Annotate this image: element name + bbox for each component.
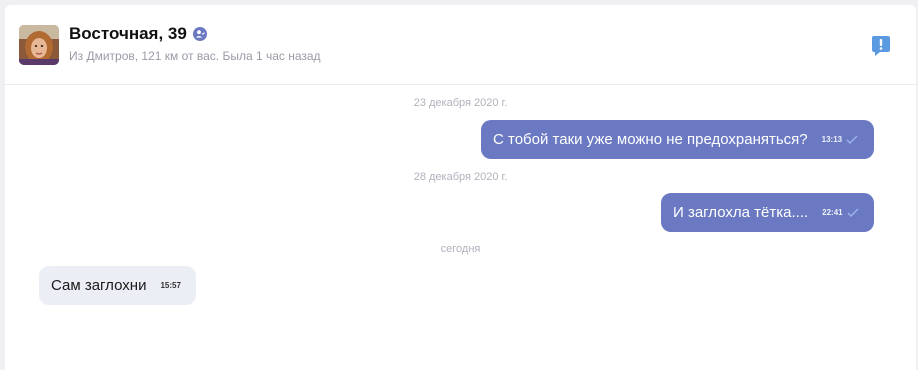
message-time: 15:57 (160, 281, 181, 290)
report-button[interactable] (870, 34, 892, 58)
contact-name[interactable]: Восточная, 39 (69, 24, 187, 44)
date-separator: 23 декабря 2020 г. (413, 97, 508, 109)
message-bubble-outgoing[interactable]: С тобой таки уже можно не предохраняться… (481, 120, 874, 159)
avatar[interactable] (19, 25, 59, 65)
message-time: 22:41 (822, 208, 843, 217)
message-time: 13:13 (821, 135, 843, 144)
exclamation-flag-icon (872, 36, 890, 56)
message-text: И заглохла тётка.... (673, 204, 809, 221)
title-row: Восточная, 39 (69, 23, 207, 45)
date-separator: сегодня (440, 243, 481, 255)
read-check-icon (847, 208, 859, 218)
message-bubble-outgoing[interactable]: И заглохла тётка.... 22:41 (661, 193, 874, 232)
message-text: С тобой таки уже можно не предохраняться… (493, 131, 808, 148)
contact-status: Из Дмитров, 121 км от вас. Была 1 час на… (69, 49, 321, 63)
date-separator: 28 декабря 2020 г. (413, 171, 508, 183)
read-check-icon (846, 135, 858, 145)
user-check-icon (192, 27, 207, 41)
message-text: Сам заглохни (51, 277, 147, 294)
message-bubble-incoming[interactable]: Сам заглохни 15:57 (39, 266, 196, 305)
chat-header: Восточная, 39 Из Дмитров, 121 км от вас.… (5, 5, 916, 85)
chat-panel: Восточная, 39 Из Дмитров, 121 км от вас.… (5, 5, 916, 370)
